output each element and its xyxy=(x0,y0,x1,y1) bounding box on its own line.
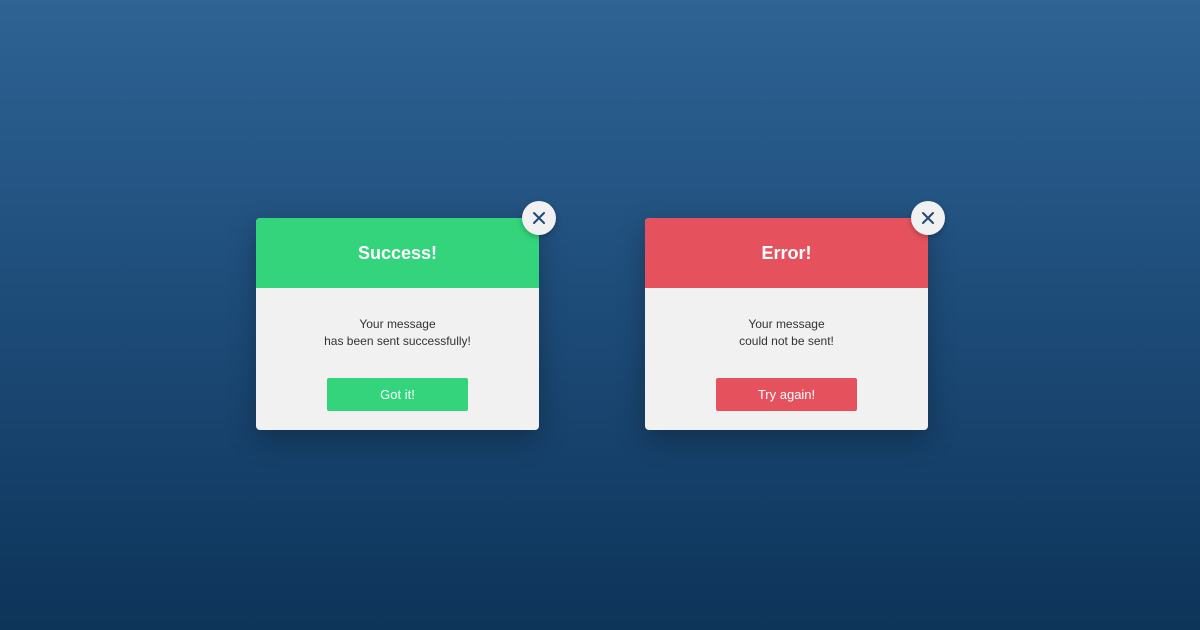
success-close-button[interactable] xyxy=(522,201,556,235)
success-message-line-2: has been sent successfully! xyxy=(324,334,471,348)
error-close-button[interactable] xyxy=(911,201,945,235)
success-dialog-title: Success! xyxy=(357,242,438,263)
page-background: { "success_dialog": { "title": "Success!… xyxy=(0,0,1200,630)
error-dialog-header: Error! xyxy=(645,218,928,288)
error-message-line-2: could not be sent! xyxy=(739,334,834,348)
close-icon xyxy=(922,212,934,224)
close-icon xyxy=(533,212,545,224)
error-dialog-message: Your message could not be sent! xyxy=(645,316,928,350)
error-dialog-title: Error! xyxy=(761,242,812,263)
success-dialog-message: Your message has been sent successfully! xyxy=(256,316,539,350)
try-again-button[interactable]: Try again! xyxy=(716,378,857,411)
success-message-line-1: Your message xyxy=(359,317,436,331)
error-dialog: Error! Your message could not be sent! T… xyxy=(645,201,945,430)
success-dialog-header: Success! xyxy=(256,218,539,288)
error-message-line-1: Your message xyxy=(748,317,825,331)
success-dialog: Success! Your message has been sent succ… xyxy=(256,201,556,430)
got-it-button[interactable]: Got it! xyxy=(327,378,468,411)
